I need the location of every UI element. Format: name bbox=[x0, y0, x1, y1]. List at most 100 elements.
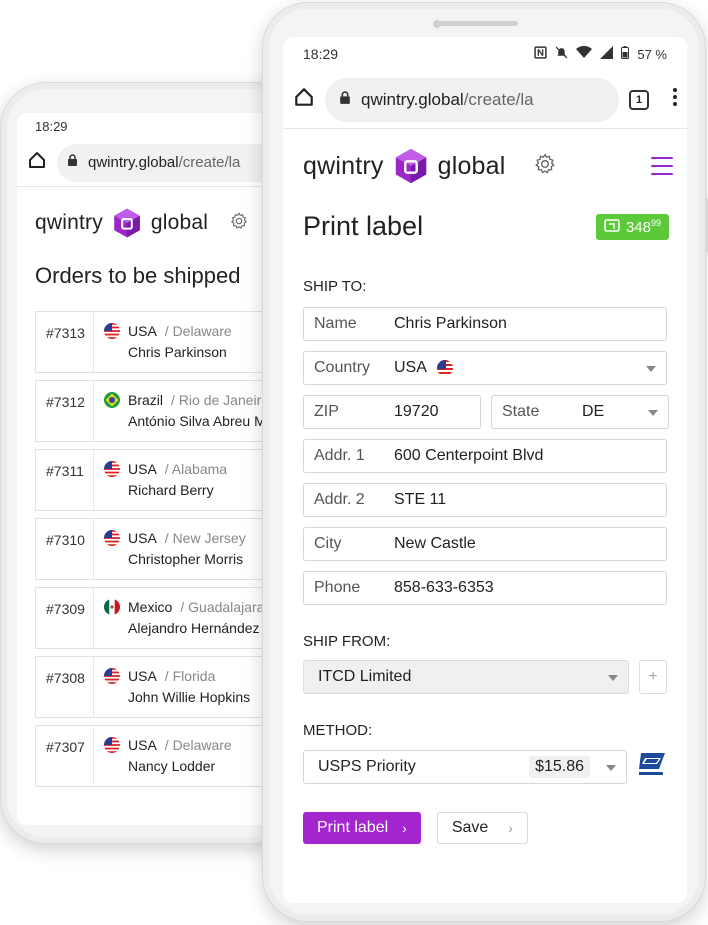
country-value: USA bbox=[394, 359, 427, 376]
phone-value: 858-633-6353 bbox=[394, 579, 494, 596]
front-phone-frame: 18:29 57 % qwintry.global/create/la 1 qw… bbox=[262, 2, 708, 922]
phone-field[interactable]: Phone 858-633-6353 bbox=[303, 571, 667, 605]
back-phone-frame: 18:29 qwintry.global/create/la qwintry g… bbox=[0, 82, 317, 844]
status-bar: 18:29 57 % bbox=[283, 37, 687, 71]
order-region: / Alabama bbox=[164, 461, 228, 477]
us-flag-icon bbox=[104, 530, 120, 546]
addr1-field[interactable]: Addr. 1 600 Centerpoint Blvd bbox=[303, 439, 667, 473]
order-country: USA bbox=[128, 668, 157, 684]
method-select[interactable]: USPS Priority $15.86 bbox=[303, 749, 627, 784]
state-value: DE bbox=[582, 403, 605, 420]
us-flag-icon bbox=[104, 461, 120, 477]
method-price: $15.86 bbox=[529, 755, 590, 778]
order-region: / Rio de Janeiro bbox=[171, 392, 270, 408]
brand-left: qwintry bbox=[35, 211, 103, 234]
method-label: METHOD: bbox=[303, 722, 373, 739]
name-field[interactable]: Name Chris Parkinson bbox=[303, 307, 667, 341]
front-phone-screen: 18:29 57 % qwintry.global/create/la 1 qw… bbox=[283, 37, 687, 903]
ship-from-select[interactable]: ITCD Limited bbox=[303, 660, 630, 694]
brand-right: global bbox=[150, 211, 209, 234]
order-country: Brazil bbox=[128, 392, 164, 408]
chevron-down-icon bbox=[608, 675, 619, 681]
more-vert-icon[interactable] bbox=[673, 88, 677, 111]
state-label: State bbox=[502, 403, 540, 420]
browser-bar: qwintry.global/create/la 1 bbox=[283, 71, 687, 129]
url-domain: qwintry.global bbox=[361, 89, 464, 109]
chevron-down-icon bbox=[606, 764, 616, 771]
addr1-label: Addr. 1 bbox=[314, 447, 365, 464]
status-time: 18:29 bbox=[303, 46, 339, 62]
mute-icon bbox=[555, 46, 568, 62]
order-region: / Delaware bbox=[164, 737, 232, 753]
zip-field[interactable]: ZIP 19720 bbox=[303, 395, 481, 429]
order-id: #7310 bbox=[36, 519, 94, 579]
br-flag-icon bbox=[104, 392, 120, 408]
wallet-icon bbox=[604, 218, 620, 236]
order-country: USA bbox=[128, 461, 157, 477]
order-recipient: Nancy Lodder bbox=[128, 758, 216, 774]
tab-switcher-icon[interactable]: 1 bbox=[629, 89, 649, 110]
ship-from-label: SHIP FROM: bbox=[303, 633, 391, 650]
brand-left: qwintry bbox=[303, 151, 384, 180]
addr2-value: STE 11 bbox=[394, 491, 447, 508]
us-flag-icon bbox=[436, 360, 453, 376]
url-field[interactable]: qwintry.global/create/la bbox=[325, 77, 619, 122]
phone-label: Phone bbox=[314, 579, 361, 596]
gear-icon[interactable] bbox=[534, 152, 556, 180]
country-select[interactable]: Country USA bbox=[303, 351, 667, 385]
order-recipient: Chris Parkinson bbox=[128, 344, 227, 360]
us-flag-icon bbox=[104, 737, 120, 753]
city-field[interactable]: City New Castle bbox=[303, 527, 667, 561]
balance-cents: 99 bbox=[650, 217, 661, 228]
order-recipient: Christopher Morris bbox=[128, 551, 244, 567]
ship-to-form: Name Chris Parkinson Country USA ZIP 197… bbox=[283, 307, 687, 605]
addr2-field[interactable]: Addr. 2 STE 11 bbox=[303, 483, 667, 517]
print-label-text: Print label bbox=[317, 819, 389, 836]
order-recipient: Alejandro Hernández bbox=[128, 620, 260, 636]
battery-icon bbox=[621, 46, 630, 62]
brand-logo[interactable]: qwintry global bbox=[303, 147, 556, 185]
order-recipient: António Silva Abreu M bbox=[128, 413, 266, 429]
balance-badge[interactable]: 34899 bbox=[595, 213, 669, 240]
lock-icon bbox=[339, 90, 351, 110]
order-id: #7313 bbox=[36, 312, 94, 372]
addr1-value: 600 Centerpoint Blvd bbox=[394, 447, 544, 464]
order-id: #7312 bbox=[36, 381, 94, 441]
mx-flag-icon bbox=[104, 599, 120, 615]
city-label: City bbox=[314, 535, 342, 552]
country-label: Country bbox=[314, 359, 371, 376]
order-region: / Florida bbox=[164, 668, 216, 684]
order-recipient: Richard Berry bbox=[128, 482, 214, 498]
header: qwintry global bbox=[283, 129, 687, 185]
print-label-button[interactable]: Print label › bbox=[303, 812, 421, 844]
battery-percent: 57 % bbox=[637, 46, 667, 62]
hamburger-menu-icon[interactable] bbox=[651, 157, 673, 175]
url-path: /create/la bbox=[178, 154, 241, 171]
url-path: /create/la bbox=[463, 89, 534, 109]
nfc-icon bbox=[534, 46, 548, 62]
order-region: / Delaware bbox=[164, 323, 232, 339]
order-id: #7309 bbox=[36, 588, 94, 648]
lock-icon bbox=[67, 154, 78, 171]
signal-icon bbox=[600, 46, 614, 62]
us-flag-icon bbox=[104, 668, 120, 684]
save-button[interactable]: Save › bbox=[436, 812, 528, 844]
cube-logo-icon bbox=[395, 148, 426, 184]
state-select[interactable]: State DE bbox=[491, 395, 669, 429]
order-country: USA bbox=[128, 530, 157, 546]
page-title: Print label bbox=[303, 211, 424, 241]
method-value: USPS Priority bbox=[318, 757, 416, 775]
order-id: #7308 bbox=[36, 657, 94, 717]
name-label: Name bbox=[314, 315, 357, 332]
order-id: #7311 bbox=[36, 450, 94, 510]
home-icon[interactable] bbox=[293, 86, 315, 113]
us-flag-icon bbox=[104, 323, 120, 339]
home-icon[interactable] bbox=[27, 150, 47, 175]
save-text: Save bbox=[451, 819, 489, 836]
order-country: Mexico bbox=[128, 599, 173, 615]
balance-whole: 348 bbox=[625, 218, 651, 236]
gear-icon[interactable] bbox=[230, 211, 248, 235]
ship-to-label: SHIP TO: bbox=[303, 278, 367, 295]
add-sender-button[interactable]: + bbox=[639, 660, 667, 694]
order-region: / Guadalajara bbox=[180, 599, 265, 615]
